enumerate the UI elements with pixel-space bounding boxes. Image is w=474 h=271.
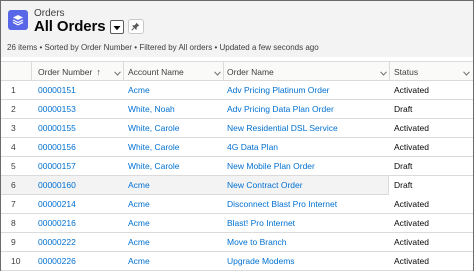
account-name-link[interactable]: White, Noah (128, 100, 218, 118)
column-header-account-name[interactable]: Account Name (128, 62, 223, 81)
column-header-status[interactable]: Status (394, 62, 472, 81)
account-name-link[interactable]: Acme (128, 81, 218, 99)
status-cell: Activated (394, 85, 429, 95)
row-number: 1 (11, 85, 16, 95)
table-row: 9 00000222 Acme Move to Branch Activated (1, 233, 473, 252)
status-cell: Activated (394, 199, 429, 209)
row-number: 8 (11, 218, 16, 228)
account-name-link[interactable]: Acme (128, 176, 218, 194)
status-cell: Draft (394, 161, 413, 171)
column-label: Status (394, 66, 419, 77)
row-number: 9 (11, 237, 16, 247)
chevron-down-icon (113, 18, 121, 36)
account-name-link[interactable]: Acme (128, 214, 218, 232)
row-number: 2 (11, 104, 16, 114)
order-name-link[interactable]: Move to Branch (227, 233, 387, 251)
order-name-link[interactable]: New Contract Order (227, 176, 387, 194)
table-row: 4 00000156 White, Carole 4G Data Plan Ac… (1, 138, 473, 157)
table-row: 1 00000151 Acme Adv Pricing Platinum Ord… (1, 81, 473, 100)
table-row: 3 00000155 White, Carole New Residential… (1, 119, 473, 138)
pin-icon (131, 18, 140, 36)
row-number: 10 (11, 256, 21, 266)
sort-ascending-icon: ↑ (96, 66, 101, 77)
table-row: 2 00000153 White, Noah Adv Pricing Data … (1, 100, 473, 119)
order-number-link[interactable]: 00000157 (38, 157, 118, 175)
row-number-header (1, 62, 31, 81)
order-name-link[interactable]: Adv Pricing Data Plan Order (227, 100, 387, 118)
order-number-link[interactable]: 00000160 (38, 176, 118, 194)
account-name-link[interactable]: Acme (128, 252, 218, 270)
order-name-link[interactable]: New Mobile Plan Order (227, 157, 387, 175)
order-number-link[interactable]: 00000226 (38, 252, 118, 270)
table-row: 5 00000157 White, Carole New Mobile Plan… (1, 157, 473, 176)
order-name-link[interactable]: Blast! Pro Internet (227, 214, 387, 232)
column-divider (389, 62, 390, 81)
column-menu-chevron-icon[interactable] (114, 68, 121, 78)
column-label: Account Name (128, 66, 184, 77)
order-name-link[interactable]: New Residential DSL Service (227, 119, 387, 137)
order-number-link[interactable]: 00000222 (38, 233, 118, 251)
table-row: 8 00000216 Acme Blast! Pro Internet Acti… (1, 214, 473, 233)
list-view-title[interactable]: All Orders (34, 18, 106, 35)
account-name-link[interactable]: White, Carole (128, 138, 218, 156)
row-number: 4 (11, 142, 16, 152)
order-name-link[interactable]: Upgrade Modems (227, 252, 387, 270)
column-label: Order Name (227, 66, 274, 77)
column-label: Order Number (38, 66, 93, 77)
column-menu-chevron-icon[interactable] (380, 68, 387, 78)
order-name-link[interactable]: Adv Pricing Platinum Order (227, 81, 387, 99)
table-row-hovered: 6 00000160 Acme New Contract Order Draft (1, 176, 473, 195)
account-name-link[interactable]: Acme (128, 233, 218, 251)
column-divider (31, 62, 32, 81)
column-divider (123, 62, 124, 81)
status-cell: Draft (394, 180, 413, 190)
title-row: All Orders (34, 18, 144, 35)
pin-list-view-button[interactable] (127, 18, 144, 36)
row-number: 6 (11, 180, 16, 190)
table-header: Order Number ↑ Account Name Order Name S… (1, 61, 473, 81)
list-view-picker-button[interactable] (109, 18, 124, 36)
status-cell: Activated (394, 237, 429, 247)
column-menu-chevron-icon[interactable] (214, 68, 221, 78)
column-header-order-number[interactable]: Order Number ↑ (38, 62, 123, 81)
order-number-link[interactable]: 00000151 (38, 81, 118, 99)
orders-icon (8, 10, 28, 30)
status-cell: Activated (394, 256, 429, 266)
order-number-link[interactable]: 00000153 (38, 100, 118, 118)
status-cell: Draft (394, 104, 413, 114)
column-divider (223, 62, 224, 81)
order-name-link[interactable]: Disconnect Blast Pro Internet (227, 195, 387, 213)
column-menu-chevron-icon[interactable] (463, 68, 470, 78)
order-name-link[interactable]: 4G Data Plan (227, 138, 387, 156)
account-name-link[interactable]: White, Carole (128, 157, 218, 175)
table-body: 1 00000151 Acme Adv Pricing Platinum Ord… (1, 81, 473, 271)
account-name-link[interactable]: White, Carole (128, 119, 218, 137)
list-view-meta: 26 items • Sorted by Order Number • Filt… (7, 43, 319, 52)
order-number-link[interactable]: 00000155 (38, 119, 118, 137)
table-row: 10 00000226 Acme Upgrade Modems Activate… (1, 252, 473, 271)
row-number: 7 (11, 199, 16, 209)
status-cell: Activated (394, 142, 429, 152)
row-number: 3 (11, 123, 16, 133)
order-number-link[interactable]: 00000156 (38, 138, 118, 156)
status-cell: Activated (394, 218, 429, 228)
table-row: 7 00000214 Acme Disconnect Blast Pro Int… (1, 195, 473, 214)
order-number-link[interactable]: 00000214 (38, 195, 118, 213)
row-number: 5 (11, 161, 16, 171)
column-header-order-name[interactable]: Order Name (227, 62, 389, 81)
account-name-link[interactable]: Acme (128, 195, 218, 213)
status-cell: Activated (394, 123, 429, 133)
order-number-link[interactable]: 00000216 (38, 214, 118, 232)
list-view-header: Orders All Orders 26 items • Sorted by O… (1, 1, 473, 57)
